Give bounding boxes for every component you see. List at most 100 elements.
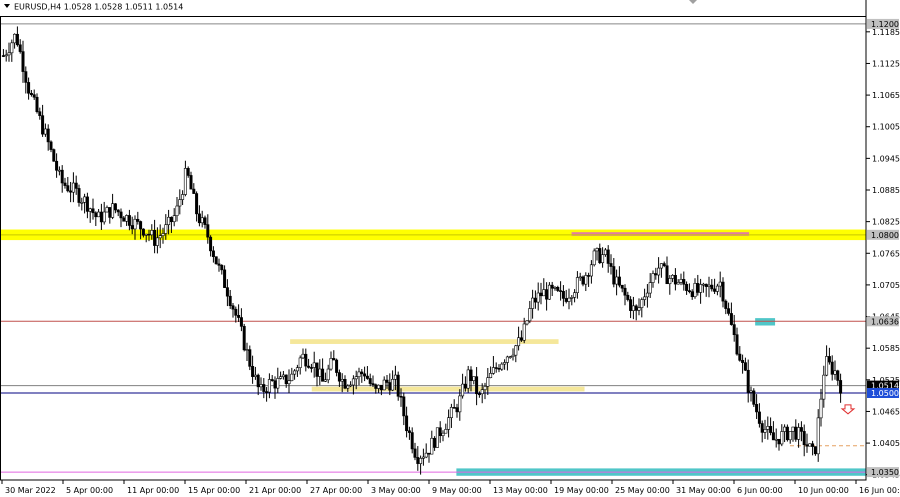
- candle-body: [220, 265, 224, 271]
- candle-body: [46, 128, 50, 143]
- candle-body: [673, 275, 677, 285]
- candle-body: [452, 407, 456, 409]
- candle-body: [771, 432, 775, 441]
- candle-body: [284, 374, 288, 385]
- plot-frame: [0, 16, 867, 481]
- zone-3[interactable]: [311, 386, 585, 392]
- candle-body: [609, 263, 613, 267]
- candle-body: [718, 281, 722, 287]
- candle-body: [480, 389, 484, 395]
- y-tick-label: 1.1185: [872, 28, 900, 37]
- candle-body: [783, 426, 787, 432]
- candle-body: [525, 320, 529, 325]
- candle-body: [309, 367, 313, 369]
- y-tick-label: 1.1065: [872, 91, 900, 100]
- candle-body: [183, 168, 187, 195]
- candle-body: [203, 217, 207, 225]
- candle-body: [71, 182, 75, 193]
- candle-body: [315, 362, 319, 377]
- candle-body: [97, 211, 101, 218]
- candle-body: [679, 279, 683, 283]
- candle-body: [491, 367, 495, 374]
- candle-body: [256, 374, 260, 388]
- candle-body: [547, 284, 551, 300]
- candle-body: [4, 54, 8, 57]
- x-tick-label: 11 Apr 00:00: [127, 486, 179, 495]
- candle-body: [435, 427, 439, 448]
- candle-body: [763, 429, 767, 433]
- candle-body: [323, 379, 327, 382]
- candle-body: [573, 292, 577, 298]
- candle-body: [130, 225, 134, 230]
- candle-body: [24, 71, 28, 83]
- zone-4[interactable]: [755, 318, 776, 326]
- candle-body: [424, 452, 428, 458]
- candle-body: [94, 212, 98, 218]
- candle-body: [827, 356, 831, 363]
- candle-body: [13, 33, 17, 44]
- candle-body: [732, 324, 736, 336]
- candle-body: [514, 345, 518, 356]
- x-tick-label: 25 May 00:00: [615, 486, 670, 495]
- candle-body: [517, 337, 521, 347]
- candle-body: [251, 366, 255, 377]
- price-chart[interactable]: 1.1185 1.1125 1.1065 1.1005 1.0945 1.0885 1.08…: [0, 0, 900, 497]
- candle-body: [500, 363, 504, 370]
- symbol-header[interactable]: EURUSD,H4 1.0528 1.0528 1.0511 1.0514: [4, 3, 183, 12]
- candle-body: [687, 290, 691, 292]
- scroll-marker-icon[interactable]: [689, 0, 697, 4]
- candle-body: [136, 218, 140, 222]
- candle-body: [738, 353, 742, 361]
- candle-body: [427, 452, 431, 455]
- candle-body: [111, 203, 115, 218]
- candle-body: [665, 265, 669, 285]
- candle-body: [147, 233, 151, 236]
- candle-body: [340, 378, 344, 382]
- candle-body: [561, 290, 565, 299]
- candle-body: [18, 44, 22, 52]
- candle-body: [197, 213, 201, 224]
- candle-body: [413, 448, 417, 458]
- candle-body: [463, 383, 467, 389]
- candle-body: [343, 378, 347, 389]
- candle-body: [433, 437, 437, 448]
- candle-body: [735, 334, 739, 355]
- candle-body: [405, 415, 409, 432]
- candle-body: [612, 266, 616, 285]
- candle-body: [167, 216, 171, 226]
- candle-body: [245, 349, 249, 351]
- candle-body: [211, 250, 215, 257]
- candle-body: [326, 368, 330, 381]
- candle-body: [399, 395, 403, 398]
- candle-body: [301, 353, 305, 359]
- candle-body: [63, 182, 67, 186]
- y-tick-label: 1.1125: [872, 59, 900, 68]
- x-tick-label: 31 May 00:00: [676, 486, 731, 495]
- candle-body: [444, 429, 448, 434]
- x-tick-label: 3 May 00:00: [371, 486, 421, 495]
- price-tag-label: 1.0350: [871, 468, 899, 477]
- candle-body: [57, 169, 61, 172]
- price-tag-label: 1.0500: [871, 389, 899, 398]
- candle-body: [634, 305, 638, 311]
- candle-body: [766, 426, 770, 430]
- candle-body: [158, 235, 162, 239]
- candle-body: [539, 292, 543, 297]
- candle-body: [209, 236, 213, 252]
- zone-1[interactable]: [571, 232, 750, 236]
- candle-body: [35, 96, 39, 112]
- candle-body: [74, 182, 78, 189]
- candle-body: [385, 379, 389, 383]
- candle-body: [85, 196, 89, 212]
- candle-body: [379, 384, 383, 391]
- y-tick-label: 1.0405: [872, 439, 900, 448]
- candle-body: [329, 358, 333, 370]
- y-tick-label: 1.0825: [872, 218, 900, 227]
- candle-body: [724, 300, 728, 309]
- candle-body: [382, 379, 386, 391]
- triangle-down-icon[interactable]: [4, 4, 10, 8]
- candle-body: [52, 149, 56, 162]
- candle-body: [489, 373, 493, 379]
- candle-body: [682, 279, 686, 285]
- candle-body: [141, 228, 145, 236]
